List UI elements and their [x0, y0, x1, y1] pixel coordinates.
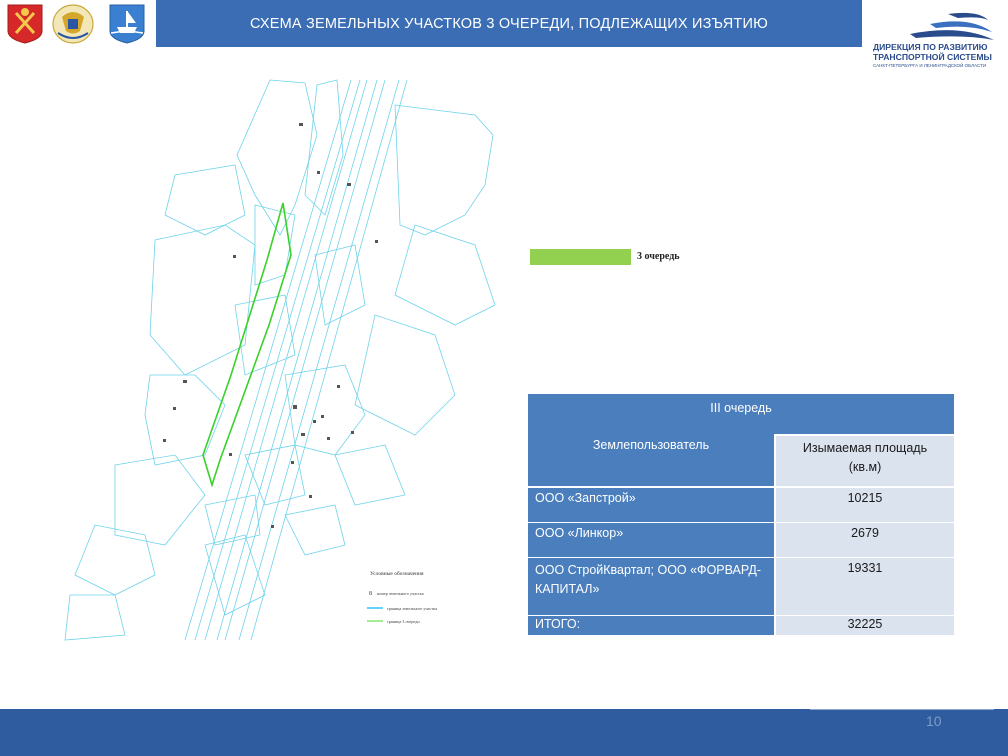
- logo-line-3: САНКТ-ПЕТЕРБУРГА И ЛЕНИНГРАДСКОЙ ОБЛАСТИ: [873, 63, 987, 68]
- table-total-label: ИТОГО:: [528, 616, 774, 635]
- russia-transport-emblem-icon: [50, 3, 94, 44]
- svg-text:Условные обозначения: Условные обозначения: [370, 570, 424, 577]
- legend-swatch-3rd-queue: [530, 249, 631, 265]
- table-row-area: 19331: [776, 558, 954, 615]
- transport-directorate-logo: ДИРЕКЦИЯ ПО РАЗВИТИЮ ТРАНСПОРТНОЙ СИСТЕМ…: [870, 8, 1000, 68]
- svg-text:номер земельного участка: номер земельного участка: [377, 591, 424, 596]
- table-row-area: 10215: [776, 488, 954, 522]
- land-plots-map: Условные обозначения 8 номер земельного …: [55, 75, 500, 645]
- spb-coat-of-arms-icon: [5, 3, 45, 44]
- leningrad-oblast-coat-of-arms-icon: [107, 3, 147, 44]
- expropriation-table: III очередь Землепользователь Изымаемая …: [528, 394, 954, 635]
- table-header-owner: Землепользователь: [528, 434, 774, 486]
- svg-text:8: 8: [369, 591, 372, 597]
- logo-line-1: ДИРЕКЦИЯ ПО РАЗВИТИЮ: [873, 42, 988, 52]
- table-title: III очередь: [528, 394, 954, 434]
- footer-bar: [0, 709, 1008, 756]
- page-title: СХЕМА ЗЕМЕЛЬНЫХ УЧАСТКОВ 3 ОЧЕРЕДИ, ПОДЛ…: [156, 0, 862, 47]
- table-row-owner: ООО «Запстрой»: [528, 488, 774, 522]
- table-header-area: Изымаемая площадь (кв.м): [776, 436, 954, 486]
- table-row-owner: ООО «Линкор»: [528, 523, 774, 557]
- svg-text:граница земельного участка: граница земельного участка: [387, 606, 437, 611]
- logo-swoosh-icon: [910, 12, 994, 40]
- svg-text:граница 3 очереди: граница 3 очереди: [387, 619, 420, 624]
- page-number: 10: [926, 713, 942, 729]
- table-total-value: 32225: [776, 616, 954, 635]
- map-key: Условные обозначения 8 номер земельного …: [367, 570, 437, 624]
- footer-divider: [810, 709, 994, 710]
- table-row-area: 2679: [776, 523, 954, 557]
- logo-line-2: ТРАНСПОРТНОЙ СИСТЕМЫ: [873, 52, 992, 62]
- table-row-owner: ООО СтройКвартал; ООО «ФОРВАРД-КАПИТАЛ»: [528, 558, 774, 615]
- page-title-text: СХЕМА ЗЕМЕЛЬНЫХ УЧАСТКОВ 3 ОЧЕРЕДИ, ПОДЛ…: [250, 15, 768, 32]
- legend-label-3rd-queue: 3 очередь: [637, 251, 680, 262]
